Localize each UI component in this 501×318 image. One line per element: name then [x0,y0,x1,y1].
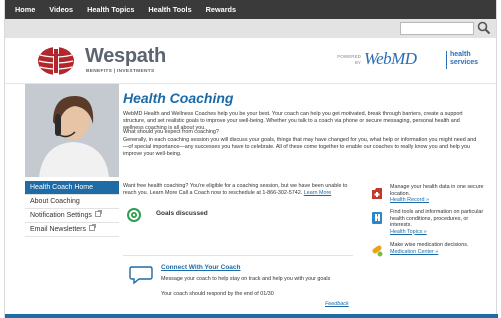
health-record-icon [372,188,382,199]
sidebar-item-label: Health Coach Home [30,184,94,191]
expect-question: What should you expect from coaching? [123,129,219,135]
sidebar-item-label: Email Newsletters [30,226,87,233]
partner-name: WebMD [364,49,417,68]
page-frame: Home Videos Health Topics Health Tools R… [4,0,498,318]
search-input[interactable] [400,22,474,35]
external-link-icon [94,210,102,217]
sidebar-nav: Health Coach Home About Coaching Notific… [25,181,119,237]
search-bar [5,19,496,38]
resource-health-record: Manage your health data in one secure lo… [390,184,485,204]
external-link-icon [89,224,97,231]
resource-medication-center: Make wise medication decisions. Medicati… [390,242,485,255]
nav-videos[interactable]: Videos [49,5,73,14]
medication-center-link[interactable]: Medication Center » [390,249,438,255]
brand-tagline: BENEFITS | INVESTMENTS [86,69,155,74]
connect-description: Message your coach to help stay on track… [161,276,331,282]
health-topics-icon [372,212,382,224]
sidebar-item-label: About Coaching [30,198,80,205]
goals-discussed-label: Goals discussed [156,210,208,217]
nav-health-tools[interactable]: Health Tools [148,5,191,14]
connect-with-coach-link[interactable]: Connect With Your Coach [161,264,241,271]
powered-by-label: POWERED BY [337,54,361,65]
nav-home[interactable]: Home [15,5,35,14]
nav-health-topics[interactable]: Health Topics [87,5,134,14]
logo-divider [446,51,447,69]
respond-by-text: Your coach should respond by the end of … [161,291,274,297]
feedback-link[interactable]: Feedback [325,301,349,307]
sidebar-item-notification-settings[interactable]: Notification Settings [25,209,119,223]
expect-answer: Generally, in each coaching session you … [123,137,477,157]
webmd-logo: WebMD [364,49,417,69]
health-topics-link[interactable]: Health Topics » [390,229,427,235]
partner-suffix: health services [450,51,479,66]
top-navigation: Home Videos Health Topics Health Tools R… [5,0,496,19]
section-divider [123,255,353,256]
sidebar-item-email-newsletters[interactable]: Email Newsletters [25,223,119,237]
wespath-logo-icon[interactable] [36,45,76,77]
medication-icon [372,245,383,257]
resource-health-topics: Find tools and information on particular… [390,209,485,235]
chat-bubble-icon [129,266,153,285]
search-icon[interactable] [477,21,491,35]
resource-text: Find tools and information on particular… [390,209,484,228]
sidebar-item-label: Notification Settings [30,212,92,219]
learn-more-link[interactable]: Learn More [304,190,332,196]
resource-text: Make wise medication decisions. [390,242,469,248]
nav-rewards[interactable]: Rewards [206,5,236,14]
health-record-link[interactable]: Health Record » [390,197,429,203]
sidebar-item-health-coach-home[interactable]: Health Coach Home [25,181,119,195]
site-header: Wespath BENEFITS | INVESTMENTS POWERED B… [5,38,496,84]
free-coaching-notice: Want free health coaching? You're eligib… [123,183,353,197]
sidebar-item-about-coaching[interactable]: About Coaching [25,195,119,209]
target-icon [127,208,141,222]
footer-rule [5,314,498,318]
resource-text: Manage your health data in one secure lo… [390,184,484,197]
coach-photo [25,84,119,177]
page-title: Health Coaching [123,90,234,106]
brand-name: Wespath [85,45,166,67]
